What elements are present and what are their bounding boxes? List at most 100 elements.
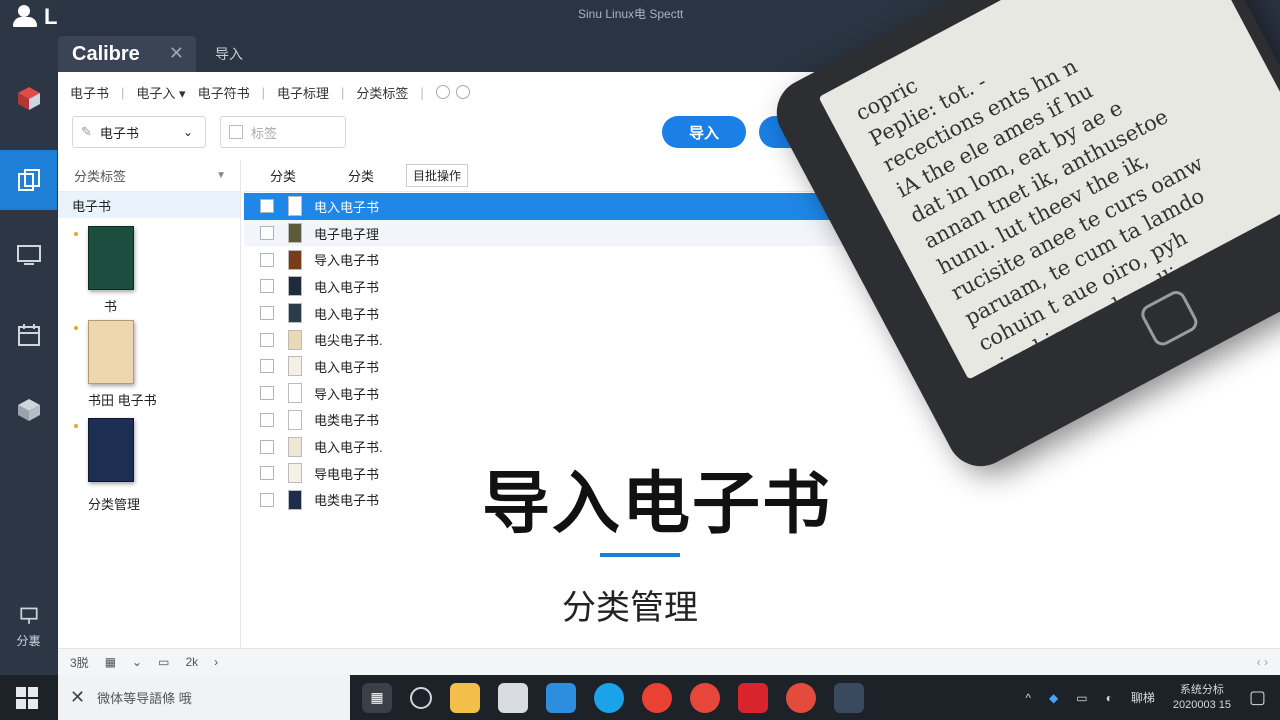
menu-item-edit[interactable]: 电子符书	[198, 83, 262, 102]
app-icon[interactable]	[834, 682, 864, 713]
menu-item-ebook[interactable]: 电子书	[70, 83, 121, 102]
book-thumbnail	[288, 196, 302, 217]
import-button[interactable]: 导入	[662, 116, 746, 148]
tab-calibre[interactable]: Calibre ✕	[58, 36, 196, 72]
edge-icon[interactable]	[594, 682, 624, 713]
pen-icon: ✎	[81, 124, 92, 139]
sidebar-header[interactable]: 分类标签 ▼	[58, 160, 240, 192]
row-title: 电类电子书	[314, 493, 380, 509]
system-tray: ^ ◆ ▭ ◐ 聊梯 系统分标 2020003 15 ▢	[1025, 675, 1280, 720]
rail-device-button[interactable]	[0, 225, 57, 285]
start-icon[interactable]	[16, 687, 38, 709]
book-thumbnail	[288, 303, 302, 324]
status-item: 2k	[185, 655, 199, 669]
chrome-icon[interactable]	[642, 682, 672, 713]
toggle-icon[interactable]	[435, 85, 450, 99]
row-checkbox[interactable]	[260, 279, 274, 294]
pager-icon[interactable]: ‹ ›	[1257, 655, 1268, 669]
menu-item-categories[interactable]: 分类标签	[356, 83, 420, 102]
taskbar-search[interactable]: ✕ 微体等导語條 哦	[58, 675, 350, 720]
row-title: 导入电子书	[314, 253, 380, 269]
row-title: 电入电子书.	[314, 440, 383, 456]
column-header[interactable]: 分类	[322, 166, 400, 185]
book-thumbnail	[288, 249, 302, 270]
weibo-icon[interactable]	[786, 682, 816, 713]
map-icon[interactable]	[690, 682, 720, 713]
tab-import[interactable]: 导入	[215, 44, 243, 64]
book-label: 书	[104, 299, 118, 314]
row-title: 电类电子书	[314, 413, 380, 429]
ereader-screen: copric Peplie: tot. - recections ents hn n…	[818, 0, 1280, 380]
rail-settings[interactable]: 分裏	[0, 605, 57, 649]
row-title: 电入电子书	[314, 199, 380, 215]
row-checkbox[interactable]	[260, 226, 274, 241]
search-icon[interactable]	[410, 686, 432, 709]
menu-item-import[interactable]: 电子入 ▾	[136, 83, 197, 102]
taskbar-search-text: 微体等导語條 哦	[97, 691, 192, 706]
column-header[interactable]: 分类	[244, 166, 322, 185]
chevron-up-icon[interactable]: ^	[1025, 691, 1031, 705]
window-icon[interactable]: ▭	[158, 655, 169, 669]
chevron-right-icon[interactable]: ›	[214, 655, 218, 669]
book-label: 分类管理	[88, 497, 141, 512]
close-icon[interactable]: ✕	[169, 43, 184, 64]
menu-item-tags[interactable]: 电子标理	[277, 83, 341, 102]
wechat-icon[interactable]: ◐	[1106, 691, 1113, 705]
book-cover	[88, 226, 134, 290]
calendar-icon	[17, 324, 40, 346]
notes-icon[interactable]	[498, 682, 528, 713]
row-checkbox[interactable]	[260, 412, 274, 427]
rail-cube-button[interactable]	[0, 68, 57, 128]
row-checkbox[interactable]	[260, 386, 274, 401]
row-checkbox[interactable]	[260, 332, 274, 347]
row-checkbox[interactable]	[260, 359, 274, 374]
book-thumbnail	[288, 383, 302, 404]
row-checkbox[interactable]	[260, 306, 274, 321]
status-item: 3脱	[70, 655, 89, 670]
task-view-icon[interactable]: ▦	[362, 682, 392, 713]
table-row[interactable]: 电类电子书	[244, 407, 1280, 434]
search-input[interactable]: 标签	[220, 116, 346, 148]
library-select[interactable]: ✎ 电子书 ⌄	[72, 116, 206, 148]
file-explorer-icon[interactable]	[450, 682, 480, 713]
row-checkbox[interactable]	[260, 492, 274, 507]
rail-package-button[interactable]	[0, 380, 57, 440]
book-thumbnail	[288, 463, 302, 484]
status-bar: 3脱 ▦ ⌄ ▭ 2k › ‹ ›	[58, 648, 1280, 675]
headline: 导入电子书	[482, 466, 833, 542]
grid-icon[interactable]: ▦	[105, 655, 116, 669]
search-icon	[229, 125, 243, 139]
refresh-icon[interactable]	[455, 85, 470, 99]
tray-label[interactable]: 聊梯	[1131, 689, 1155, 706]
clock[interactable]: 系统分标 2020003 15	[1173, 683, 1231, 713]
close-icon: ✕	[70, 687, 86, 707]
sidebar-item-ebook[interactable]: 电子书	[58, 192, 240, 218]
network-icon[interactable]: ◆	[1049, 691, 1058, 705]
row-checkbox[interactable]	[260, 439, 274, 454]
book-thumbnail	[288, 356, 302, 377]
rail-calendar-button[interactable]	[0, 305, 57, 365]
menu-divider: |	[340, 84, 345, 100]
store-icon[interactable]	[546, 682, 576, 713]
keyboard-icon[interactable]: ▭	[1076, 691, 1087, 705]
batch-operation-button[interactable]: 目批操作	[406, 164, 469, 187]
taskbar-apps: ▦	[362, 675, 864, 720]
notification-icon[interactable]: ▢	[1249, 687, 1266, 708]
office-icon[interactable]	[738, 682, 768, 713]
row-checkbox[interactable]	[260, 466, 274, 481]
book-cover	[88, 418, 134, 482]
monitor-icon	[16, 245, 41, 265]
row-checkbox[interactable]	[260, 199, 274, 214]
book-thumbnail	[288, 409, 302, 430]
book-label: 书田 电子书	[88, 393, 157, 408]
book-thumbnail	[288, 436, 302, 457]
rail-library-button[interactable]	[0, 150, 57, 210]
book-thumbnail	[288, 329, 302, 350]
package-icon	[17, 399, 40, 421]
menu-divider: |	[121, 84, 125, 100]
filter-icon[interactable]: ⌄	[132, 655, 142, 669]
chevron-down-icon: ⌄	[182, 125, 193, 139]
row-title: 导入电子书	[314, 386, 380, 402]
bullet-dot	[74, 424, 78, 428]
row-checkbox[interactable]	[260, 252, 274, 267]
